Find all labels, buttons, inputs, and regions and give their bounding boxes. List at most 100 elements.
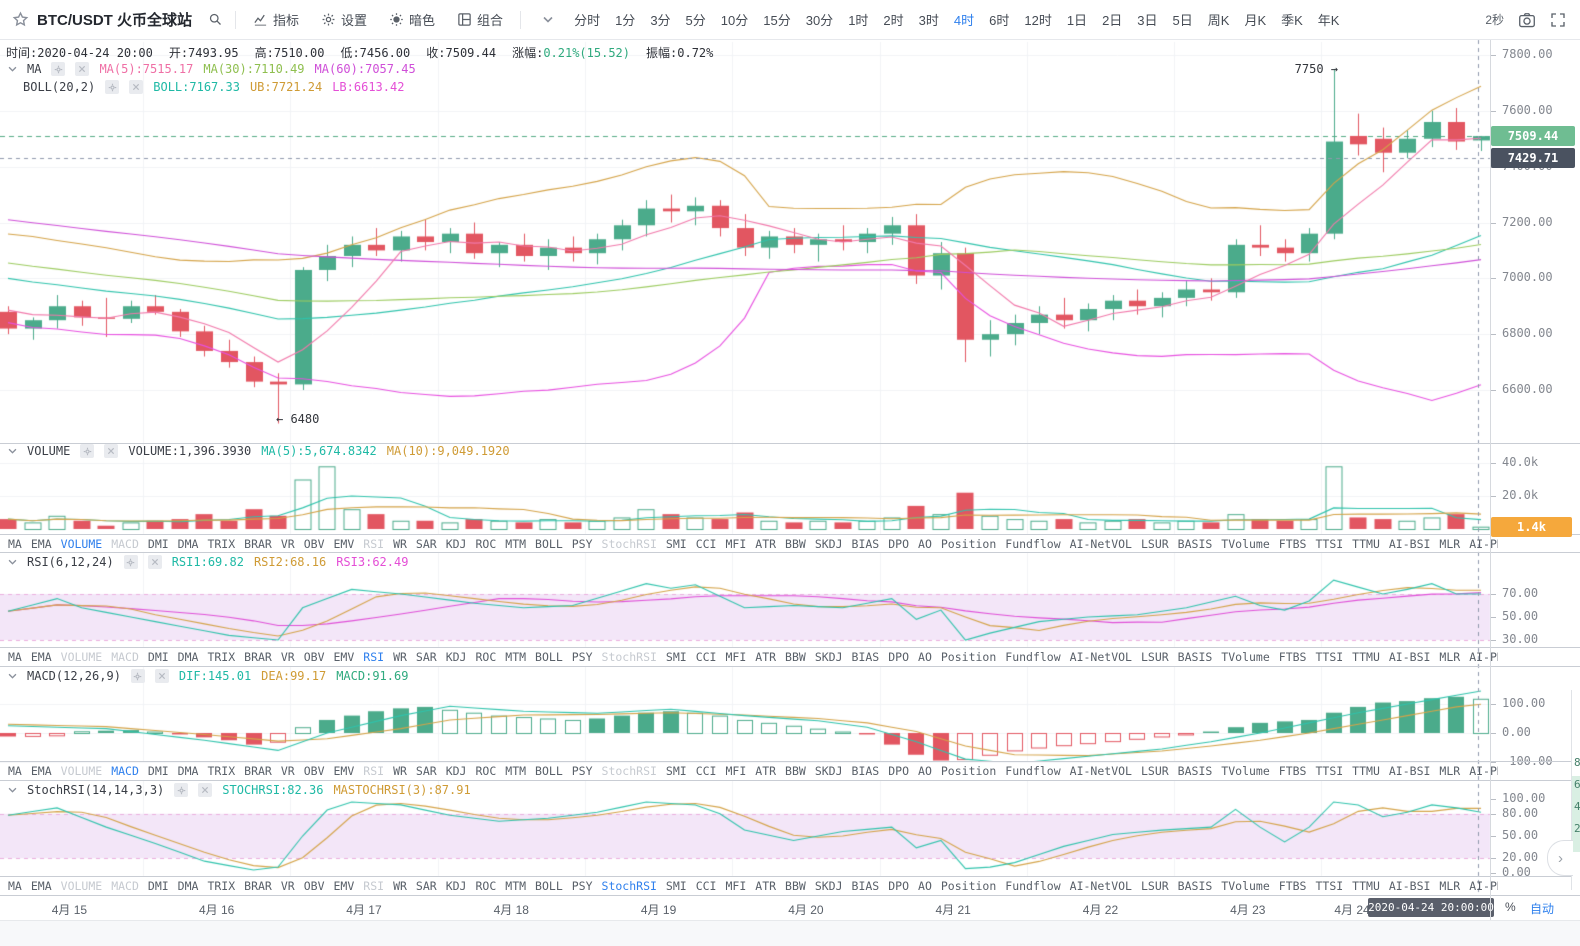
indicator-tab-obv[interactable]: OBV [304, 537, 325, 551]
indicator-tab-stochrsi[interactable]: StochRSI [602, 650, 657, 664]
macd-close-icon[interactable] [154, 669, 169, 683]
timeframe-12时[interactable]: 12时 [1024, 10, 1051, 29]
indicator-tab-trix[interactable]: TRIX [207, 537, 235, 551]
indicator-tab-macd[interactable]: MACD [111, 537, 139, 551]
indicator-tab-ai-netvol[interactable]: AI-NetVOL [1070, 764, 1132, 778]
indicator-tab-sar[interactable]: SAR [416, 537, 437, 551]
indicator-tab-sar[interactable]: SAR [416, 879, 437, 893]
indicator-tab-psy[interactable]: PSY [572, 537, 593, 551]
indicator-tab-mtm[interactable]: MTM [505, 650, 526, 664]
indicator-tab-stochrsi[interactable]: StochRSI [602, 537, 657, 551]
indicator-tab-atr[interactable]: ATR [755, 879, 776, 893]
indicator-tab-ai-pd[interactable]: AI-PD [1469, 879, 1498, 893]
indicator-tab-ai-netvol[interactable]: AI-NetVOL [1070, 650, 1132, 664]
indicator-tab-dma[interactable]: DMA [178, 764, 199, 778]
indicator-tab-ma[interactable]: MA [8, 764, 22, 778]
timeframe-1分[interactable]: 1分 [615, 10, 635, 29]
indicator-tab-rsi[interactable]: RSI [363, 879, 384, 893]
indicator-tab-basis[interactable]: BASIS [1178, 764, 1213, 778]
indicator-tab-bbw[interactable]: BBW [785, 650, 806, 664]
indicator-tab-boll[interactable]: BOLL [535, 537, 563, 551]
indicator-tab-ai-bsi[interactable]: AI-BSI [1389, 537, 1431, 551]
indicator-tab-trix[interactable]: TRIX [207, 764, 235, 778]
indicator-tab-lsur[interactable]: LSUR [1141, 650, 1169, 664]
indicator-tab-brar[interactable]: BRAR [244, 764, 272, 778]
indicator-tab-dma[interactable]: DMA [178, 879, 199, 893]
indicator-tab-lsur[interactable]: LSUR [1141, 537, 1169, 551]
indicator-tab-mlr[interactable]: MLR [1439, 764, 1460, 778]
indicator-tab-mtm[interactable]: MTM [505, 879, 526, 893]
stochrsi-settings-icon[interactable] [174, 783, 189, 797]
indicator-tab-kdj[interactable]: KDJ [446, 764, 467, 778]
indicator-tab-volume[interactable]: VOLUME [61, 650, 103, 664]
indicator-tab-fundflow[interactable]: Fundflow [1005, 764, 1060, 778]
indicator-tab-dmi[interactable]: DMI [148, 879, 169, 893]
indicator-tab-tvolume[interactable]: TVolume [1221, 879, 1269, 893]
indicator-tab-skdj[interactable]: SKDJ [815, 764, 843, 778]
timeframe-2时[interactable]: 2时 [883, 10, 903, 29]
indicator-tab-macd[interactable]: MACD [111, 764, 139, 778]
indicator-tab-tvolume[interactable]: TVolume [1221, 764, 1269, 778]
indicator-tab-ai-pd[interactable]: AI-PD [1469, 764, 1498, 778]
timeframe-3分[interactable]: 3分 [650, 10, 670, 29]
indicator-tab-volume[interactable]: VOLUME [61, 537, 103, 551]
indicator-tab-boll[interactable]: BOLL [535, 879, 563, 893]
indicator-tab-position[interactable]: Position [941, 650, 996, 664]
indicator-tab-cci[interactable]: CCI [696, 650, 717, 664]
boll-settings-icon[interactable] [105, 80, 120, 94]
indicator-tab-ao[interactable]: AO [918, 650, 932, 664]
timeframe-周K[interactable]: 周K [1208, 10, 1230, 29]
indicator-tab-kdj[interactable]: KDJ [446, 879, 467, 893]
indicator-tab-dpo[interactable]: DPO [888, 650, 909, 664]
indicator-tab-ai-bsi[interactable]: AI-BSI [1389, 879, 1431, 893]
indicator-tab-bbw[interactable]: BBW [785, 764, 806, 778]
indicator-tab-mfi[interactable]: MFI [725, 764, 746, 778]
indicator-tab-dma[interactable]: DMA [178, 537, 199, 551]
indicator-tab-skdj[interactable]: SKDJ [815, 879, 843, 893]
indicator-tab-fundflow[interactable]: Fundflow [1005, 879, 1060, 893]
chart-canvas[interactable] [0, 0, 1580, 946]
indicator-tab-brar[interactable]: BRAR [244, 879, 272, 893]
indicator-tab-ftbs[interactable]: FTBS [1279, 879, 1307, 893]
rsi-close-icon[interactable] [147, 555, 162, 569]
indicator-tab-kdj[interactable]: KDJ [446, 650, 467, 664]
indicator-tab-trix[interactable]: TRIX [207, 650, 235, 664]
expand-panel-button[interactable]: › [1547, 840, 1573, 876]
indicator-tab-dmi[interactable]: DMI [148, 537, 169, 551]
timeframe-1日[interactable]: 1日 [1067, 10, 1087, 29]
macd-settings-icon[interactable] [130, 669, 145, 683]
indicator-tab-sar[interactable]: SAR [416, 764, 437, 778]
custom-period-dropdown[interactable] [538, 16, 553, 23]
portfolio-button[interactable]: 组合 [457, 10, 503, 29]
collapse-caret-icon[interactable] [8, 448, 17, 454]
indicator-tab-ao[interactable]: AO [918, 537, 932, 551]
indicator-tab-mfi[interactable]: MFI [725, 650, 746, 664]
indicator-tab-ema[interactable]: EMA [31, 764, 52, 778]
indicator-tab-stochrsi[interactable]: StochRSI [602, 764, 657, 778]
indicator-tab-trix[interactable]: TRIX [207, 879, 235, 893]
indicator-tab-volume[interactable]: VOLUME [61, 764, 103, 778]
indicator-tab-smi[interactable]: SMI [666, 764, 687, 778]
indicator-tab-sar[interactable]: SAR [416, 650, 437, 664]
indicator-tab-vr[interactable]: VR [281, 879, 295, 893]
indicator-tab-dmi[interactable]: DMI [148, 764, 169, 778]
volume-close-icon[interactable] [104, 444, 119, 458]
indicator-tab-ttsi[interactable]: TTSI [1315, 764, 1343, 778]
indicator-tab-basis[interactable]: BASIS [1178, 537, 1213, 551]
percent-scale-button[interactable]: % [1505, 900, 1516, 914]
timeframe-4时[interactable]: 4时 [954, 10, 974, 29]
timeframe-月K[interactable]: 月K [1244, 10, 1266, 29]
indicator-tab-roc[interactable]: ROC [475, 879, 496, 893]
indicator-tab-roc[interactable]: ROC [475, 650, 496, 664]
date-axis[interactable]: 2020-04-24 20:00:00 % 自动 4月 15 4月 16 4月 17… [0, 895, 1580, 920]
indicator-tab-macd[interactable]: MACD [111, 879, 139, 893]
indicator-tab-ai-pd[interactable]: AI-PD [1469, 650, 1498, 664]
indicator-tab-ema[interactable]: EMA [31, 650, 52, 664]
indicator-tab-volume[interactable]: VOLUME [61, 879, 103, 893]
indicator-tab-obv[interactable]: OBV [304, 879, 325, 893]
indicators-button[interactable]: 指标 [253, 10, 299, 29]
volume-settings-icon[interactable] [80, 444, 95, 458]
search-icon[interactable] [208, 12, 223, 27]
timeframe-3时[interactable]: 3时 [919, 10, 939, 29]
indicator-tab-ttsi[interactable]: TTSI [1315, 650, 1343, 664]
